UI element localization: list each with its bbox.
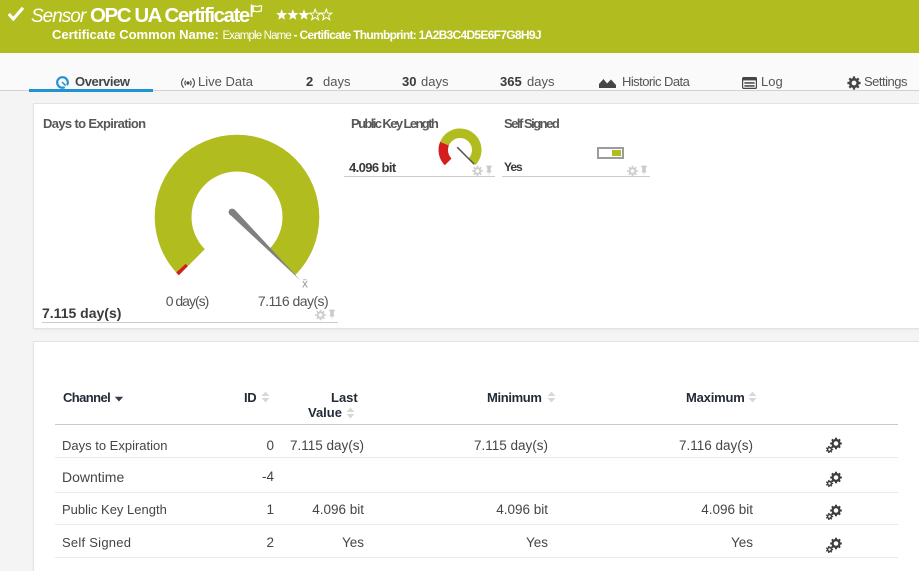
svg-text:x̄: x̄: [302, 277, 308, 291]
